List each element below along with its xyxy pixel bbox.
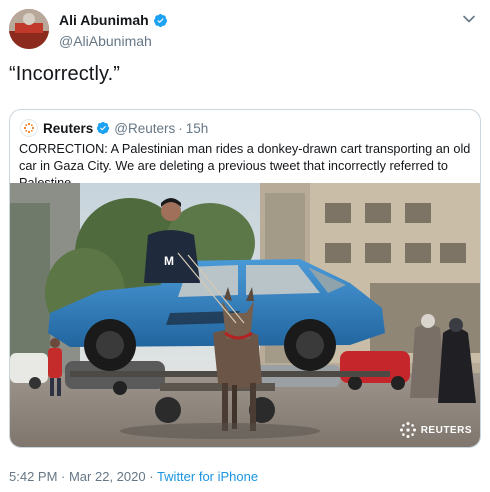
quoted-tweet[interactable]: Reuters @Reuters · 15h CORRECTION: A Pal… [9,109,481,448]
quoted-author-name[interactable]: Reuters [43,121,93,136]
quoted-tweet-time[interactable]: 15h [186,121,209,136]
author-block: Ali Abunimah @AliAbunimah [59,12,168,49]
photo-donkey-cart-car: M [10,183,480,447]
author-name[interactable]: Ali Abunimah [59,12,168,28]
reuters-logo-icon [399,422,416,438]
verified-badge-icon [153,13,167,27]
photo-watermark-text: REUTERS [420,424,472,436]
author-handle[interactable]: @AliAbunimah [59,33,168,49]
tweet-meta: 5:42 PM · Mar 22, 2020 · Twitter for iPh… [9,469,258,484]
quoted-tweet-header: Reuters @Reuters · 15h [20,119,209,137]
tweet-text: “Incorrectly.” [9,63,121,85]
quoted-tweet-photo[interactable]: M REUTERS [10,183,480,447]
svg-text:M: M [164,254,174,268]
tweet-timestamp[interactable]: 5:42 PM · Mar 22, 2020 [9,469,146,484]
quoted-author-handle[interactable]: @Reuters [114,121,175,136]
author-avatar[interactable] [9,9,49,49]
tweet: Ali Abunimah @AliAbunimah “Incorrectly.” [0,0,490,492]
author-name-text[interactable]: Ali Abunimah [59,12,149,28]
verified-badge-icon [97,121,110,135]
separator-dot: · [178,120,183,136]
separator-dot: · [149,469,154,484]
reuters-logo-icon[interactable] [20,119,38,137]
photo-watermark: REUTERS [399,421,472,439]
tweet-source-link[interactable]: Twitter for iPhone [157,469,258,484]
chevron-down-icon[interactable] [462,12,476,26]
